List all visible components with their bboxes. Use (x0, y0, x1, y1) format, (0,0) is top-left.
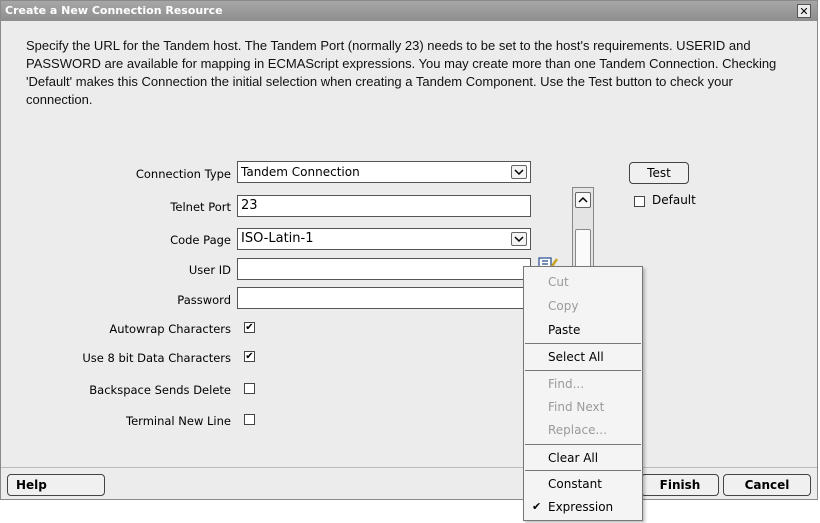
connection-dialog: Create a New Connection Resource ✕ Speci… (0, 0, 818, 500)
menu-item-copy[interactable]: Copy (524, 295, 642, 317)
test-button[interactable]: Test (629, 162, 689, 184)
field-scrollbar[interactable] (572, 187, 594, 277)
backspace-label: Backspace Sends Delete (89, 383, 231, 397)
scroll-thumb[interactable] (575, 229, 591, 269)
code-page-label: Code Page (170, 233, 231, 247)
autowrap-checkbox[interactable]: ✔ (244, 322, 255, 333)
menu-item-cut[interactable]: Cut (524, 271, 642, 293)
password-label: Password (177, 293, 231, 307)
menu-item-find[interactable]: Find... (524, 373, 642, 395)
menu-item-find-next[interactable]: Find Next (524, 396, 642, 418)
menu-separator (525, 470, 641, 471)
code-page-value: ISO-Latin-1 (241, 231, 314, 246)
close-icon[interactable]: ✕ (797, 4, 811, 18)
connection-type-label: Connection Type (135, 167, 231, 181)
user-id-label: User ID (188, 263, 231, 277)
default-label: Default (652, 193, 696, 207)
intro-text: Specify the URL for the Tandem host. The… (26, 38, 777, 107)
use-8bit-label: Use 8 bit Data Characters (82, 351, 231, 365)
menu-item-constant[interactable]: Constant (524, 473, 642, 495)
chevron-down-icon[interactable] (511, 165, 527, 179)
terminal-newline-checkbox[interactable] (244, 414, 255, 425)
menu-separator (525, 370, 641, 371)
dialog-titlebar: Create a New Connection Resource ✕ (1, 1, 817, 21)
password-input[interactable] (237, 287, 531, 309)
context-menu: Cut Copy Paste Select All Find... Find N… (523, 266, 643, 521)
menu-separator (525, 343, 641, 344)
chevron-down-icon[interactable] (511, 232, 527, 246)
code-page-select[interactable]: ISO-Latin-1 (237, 228, 531, 250)
menu-item-expression[interactable]: Expression (524, 496, 642, 518)
footer-divider (1, 467, 817, 468)
finish-button[interactable]: Finish (641, 474, 719, 496)
menu-separator (525, 444, 641, 445)
autowrap-label: Autowrap Characters (109, 322, 231, 336)
menu-item-paste[interactable]: Paste (524, 319, 642, 341)
telnet-port-input[interactable]: 23 (237, 195, 531, 217)
cancel-button[interactable]: Cancel (723, 474, 811, 496)
telnet-port-label: Telnet Port (170, 200, 231, 214)
help-button[interactable]: Help (7, 474, 105, 496)
terminal-newline-label: Terminal New Line (126, 414, 231, 428)
menu-item-select-all[interactable]: Select All (524, 346, 642, 368)
connection-type-value: Tandem Connection (241, 165, 360, 179)
default-checkbox[interactable] (634, 196, 645, 207)
menu-item-replace[interactable]: Replace... (524, 419, 642, 441)
use-8bit-checkbox[interactable]: ✔ (244, 351, 255, 362)
backspace-checkbox[interactable] (244, 383, 255, 394)
connection-type-select[interactable]: Tandem Connection (237, 161, 531, 183)
dialog-title: Create a New Connection Resource (5, 4, 223, 17)
user-id-input[interactable] (237, 258, 531, 280)
menu-item-clear-all[interactable]: Clear All (524, 447, 642, 469)
scroll-up-button[interactable] (575, 192, 591, 208)
